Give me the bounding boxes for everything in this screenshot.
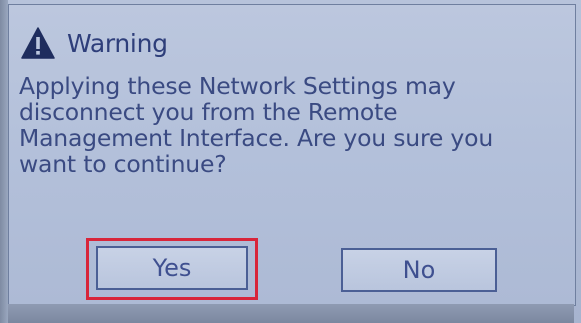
device-screen: Warning Applying these Network Settings … (0, 0, 581, 323)
message-line: disconnect you from the Remote (19, 98, 398, 126)
no-button-label: No (402, 256, 436, 284)
no-button[interactable]: No (341, 248, 497, 292)
yes-button-label: Yes (152, 254, 192, 282)
dialog-title: Warning (67, 28, 168, 58)
message-line: Applying these Network Settings may (19, 72, 456, 100)
dialog-message: Applying these Network Settings may disc… (19, 73, 564, 177)
dialog-header: Warning (21, 23, 168, 63)
screen-bottom-edge (8, 304, 574, 323)
screen-bezel (0, 0, 8, 323)
yes-button[interactable]: Yes (96, 246, 248, 290)
message-line: want to continue? (19, 150, 227, 178)
warning-triangle-icon (21, 27, 55, 59)
message-line: Management Interface. Are you sure you (19, 124, 494, 152)
